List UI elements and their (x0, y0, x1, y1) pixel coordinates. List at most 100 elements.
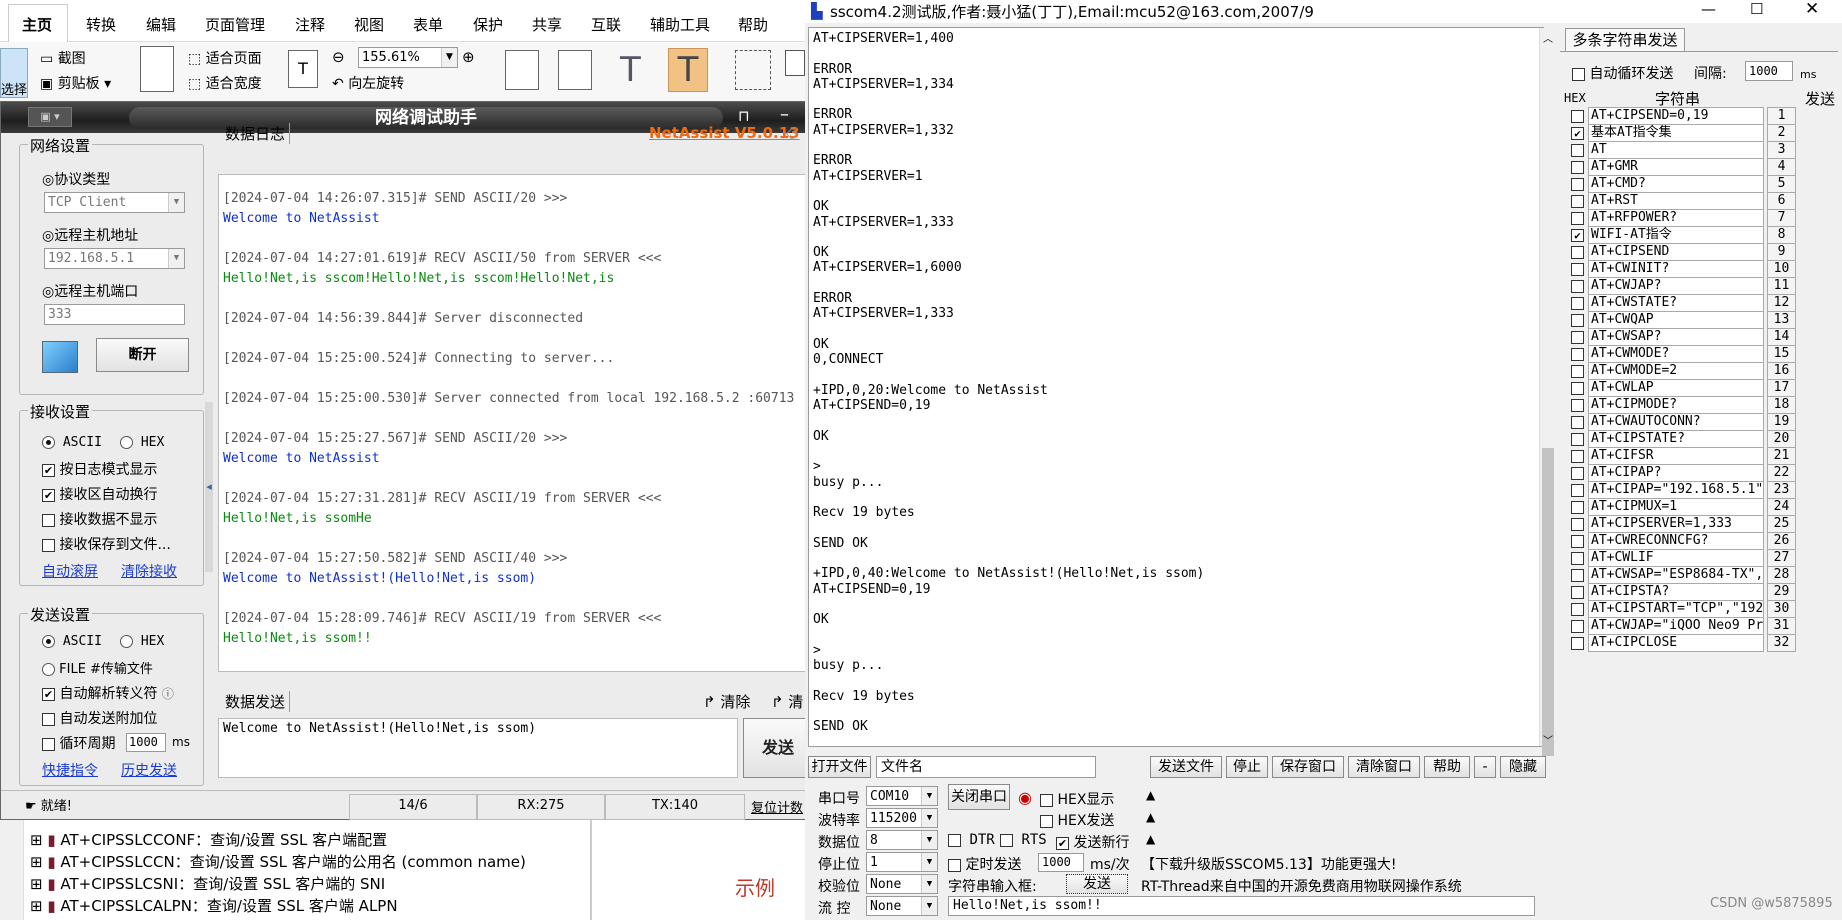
row-hex-check[interactable] (1571, 297, 1584, 310)
clear-window-button[interactable]: 清除窗口 (1348, 756, 1420, 778)
row-hex-check[interactable] (1571, 263, 1584, 276)
send-ascii-radio[interactable]: ASCII (42, 634, 102, 649)
row-hex-check[interactable] (1571, 331, 1584, 344)
scroll-up-icon[interactable]: ︿ (1543, 30, 1553, 45)
edit-text-icon[interactable] (505, 50, 539, 90)
interval-input[interactable]: 1000 (1745, 61, 1793, 81)
row-hex-check[interactable] (1571, 314, 1584, 327)
menu-form[interactable]: 表单 (413, 14, 443, 35)
port-input[interactable]: 333 (44, 304, 185, 325)
send-file-radio[interactable]: FILE #传输文件 (42, 658, 153, 677)
row-hex-check[interactable] (1571, 195, 1584, 208)
row-hex-check[interactable] (1571, 484, 1584, 497)
menu-share[interactable]: 共享 (532, 14, 562, 35)
clear-send-button[interactable]: ↱ 清除 (703, 691, 750, 712)
history-link[interactable]: 历史发送 (121, 760, 177, 780)
port-select[interactable]: COM10 ▼ (866, 786, 938, 806)
scroll-down-icon[interactable]: ﹀ (1543, 732, 1553, 747)
scroll-thumb[interactable] (1542, 448, 1554, 756)
row-hex-check[interactable] (1571, 161, 1584, 174)
doc-line[interactable]: ⊞ ▮ AT+CIPSSLCCN：查询/设置 SSL 客户端的公用名 (comm… (30, 851, 526, 872)
row-hex-check[interactable] (1571, 620, 1584, 633)
disconnect-button[interactable]: 断开 (96, 338, 189, 372)
row-hex-check[interactable] (1571, 399, 1584, 412)
filename-input[interactable]: 文件名 (876, 756, 1096, 778)
log-view[interactable]: [2024-07-04 14:26:07.315]# SEND ASCII/20… (218, 174, 812, 672)
clear2-button[interactable]: ↱ 清 (771, 691, 803, 712)
string-input[interactable]: Hello!Net,is ssom!! (948, 896, 1535, 916)
row-hex-check[interactable] (1571, 467, 1584, 480)
recv-opt-save-file[interactable]: 接收保存到文件... (42, 534, 171, 554)
row-hex-check[interactable] (1571, 450, 1584, 463)
rts-check[interactable]: RTS (1000, 832, 1047, 848)
row-hex-check[interactable] (1571, 246, 1584, 259)
host-select[interactable]: 192.168.5.1 ▼ (44, 248, 185, 269)
row-hex-check[interactable] (1571, 178, 1584, 191)
row-hex-check[interactable] (1571, 518, 1584, 531)
menu-page-manage[interactable]: 页面管理 (205, 14, 265, 35)
zoom-out-icon[interactable]: ⊖ (332, 48, 345, 66)
menu-view[interactable]: 视图 (354, 14, 384, 35)
row-hex-check[interactable] (1571, 382, 1584, 395)
stopbits-select[interactable]: 1 ▼ (866, 852, 938, 872)
row-hex-check[interactable] (1571, 637, 1584, 650)
cycle-input[interactable]: 1000 (126, 733, 166, 752)
doc-line[interactable]: ⊞ ▮ AT+CIPSSLCCONF：查询/设置 SSL 客户端配置 (30, 829, 387, 850)
menu-convert[interactable]: 转换 (86, 14, 116, 35)
protocol-select[interactable]: TCP Client ▼ (44, 192, 185, 213)
reset-count-link[interactable]: 复位计数 (751, 797, 803, 823)
row-hex-check[interactable] (1571, 348, 1584, 361)
send-button[interactable]: 发送 (743, 718, 813, 778)
row-hex-check[interactable] (1571, 569, 1584, 582)
row-hex-check[interactable] (1571, 501, 1584, 514)
actual-size-icon[interactable] (140, 46, 174, 92)
rotate-page-icon[interactable] (735, 50, 771, 90)
doc-line[interactable]: ⊞ ▮ AT+CIPSSLCSNI：查询/设置 SSL 客户端的 SNI (30, 873, 385, 894)
fit-width-button[interactable]: ⬚ 适合宽度 (188, 73, 262, 93)
rotate-left-button[interactable]: ↶ 向左旋转 (332, 73, 404, 93)
menu-edit[interactable]: 编辑 (146, 14, 176, 35)
send-tab[interactable]: 数据发送 (221, 691, 291, 712)
row-hex-check[interactable] (1571, 433, 1584, 446)
app-menu-icon[interactable]: ▣ ▾ (28, 107, 72, 127)
timed-send-check[interactable]: 定时发送 (948, 854, 1021, 874)
title-bar[interactable]: ▙ sscom4.2测试版,作者:聂小猛(丁丁),Email:mcu52@163… (805, 0, 1842, 23)
page-icon[interactable] (785, 50, 805, 76)
recv-opt-hide[interactable]: 接收数据不显示 (42, 509, 157, 529)
menu-accessibility[interactable]: 辅助工具 (650, 14, 710, 35)
hex-send-check[interactable]: HEX发送 (1040, 810, 1114, 830)
menu-annotate[interactable]: 注释 (295, 14, 325, 35)
rtthread-ad-link[interactable]: RT-Thread来自中国的开源免费商用物联网操作系统 (1141, 876, 1462, 896)
auto-scroll-link[interactable]: 自动滚屏 (42, 561, 98, 581)
recv-ascii-radio[interactable]: ASCII (42, 435, 102, 450)
zoom-in-icon[interactable]: ⊕ (462, 48, 475, 66)
databits-select[interactable]: 8 ▼ (866, 830, 938, 850)
row-hex-check[interactable] (1571, 552, 1584, 565)
vertical-scrollbar[interactable]: ︿ ﹀ (1539, 28, 1556, 756)
timed-input[interactable]: 1000 (1038, 853, 1084, 872)
row-hex-check[interactable] (1571, 416, 1584, 429)
send-opt-escape[interactable]: 自动解析转义符 ⓘ (42, 683, 174, 703)
row-hex-check[interactable] (1571, 110, 1584, 123)
multi-send-tab[interactable]: 多条字符串发送 (1565, 28, 1685, 52)
pin-icon[interactable]: ⊓ (738, 107, 750, 125)
row-hex-check[interactable] (1571, 365, 1584, 378)
save-window-button[interactable]: 保存窗口 (1272, 756, 1344, 778)
row-hex-check[interactable] (1571, 127, 1584, 140)
row-hex-check[interactable] (1571, 535, 1584, 548)
hide-button[interactable]: 隐藏 (1500, 756, 1546, 778)
clear-recv-link[interactable]: 清除接收 (121, 561, 177, 581)
highlight-icon[interactable]: T (668, 48, 708, 92)
clipboard-button[interactable]: ▣ 剪贴板 ▾ (40, 73, 111, 93)
reflow-icon[interactable]: T (288, 50, 318, 88)
close-icon[interactable]: ✕ (1805, 0, 1819, 19)
collapse-button[interactable]: - (1474, 756, 1496, 778)
flow-select[interactable]: None ▼ (866, 896, 938, 916)
send-opt-cycle[interactable]: 循环周期 (42, 733, 115, 753)
dtr-check[interactable]: DTR (948, 832, 995, 848)
menu-connect[interactable]: 互联 (591, 14, 621, 35)
recv-opt-log-mode[interactable]: 按日志模式显示 (42, 459, 157, 479)
recv-opt-wrap[interactable]: 接收区自动换行 (42, 484, 157, 504)
zoom-select[interactable]: 155.61% ▼ (358, 47, 458, 68)
menu-protect[interactable]: 保护 (473, 14, 503, 35)
